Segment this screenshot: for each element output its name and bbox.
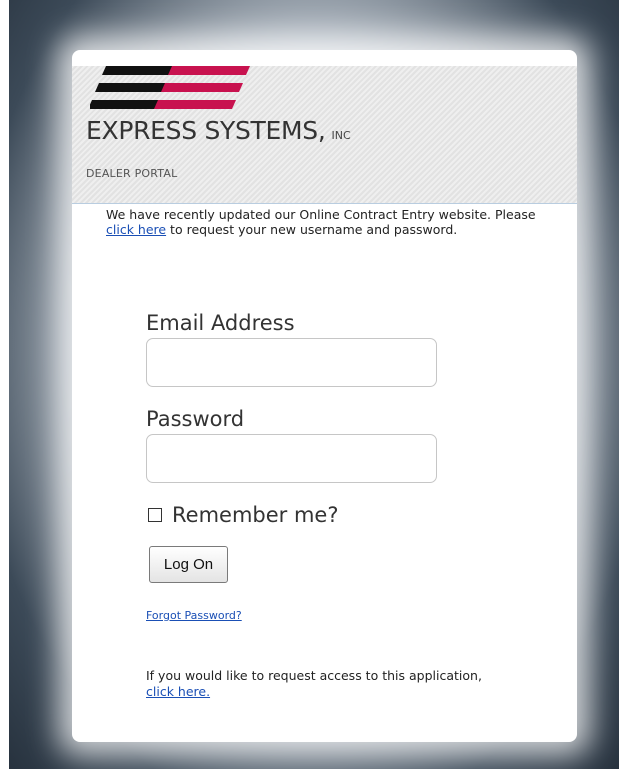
notice-text-after: to request your new username and passwor… (166, 222, 458, 237)
password-label: Password (146, 407, 245, 431)
remember-me-label: Remember me? (172, 503, 339, 527)
forgot-password-link[interactable]: Forgot Password? (146, 609, 242, 622)
remember-me-row[interactable]: Remember me? (148, 503, 338, 527)
update-notice: We have recently updated our Online Cont… (106, 207, 546, 237)
company-suffix: INC (331, 129, 351, 142)
company-name-text: EXPRESS SYSTEMS, (86, 116, 326, 145)
notice-text-before: We have recently updated our Online Cont… (106, 207, 536, 222)
email-label: Email Address (146, 311, 295, 335)
email-field[interactable] (146, 338, 437, 387)
company-name: EXPRESS SYSTEMS, INC (86, 116, 351, 145)
log-on-button[interactable]: Log On (149, 546, 228, 583)
portal-label: DEALER PORTAL (86, 167, 178, 180)
notice-click-here-link[interactable]: click here (106, 222, 166, 237)
express-systems-logo (90, 66, 250, 109)
login-panel: EXPRESS SYSTEMS, INC DEALER PORTAL We hav… (72, 50, 577, 742)
password-field[interactable] (146, 434, 437, 483)
request-text-before: If you would like to request access to t… (146, 668, 482, 683)
access-request-text: If you would like to request access to t… (146, 668, 486, 700)
header-banner: EXPRESS SYSTEMS, INC DEALER PORTAL (72, 66, 577, 204)
remember-me-checkbox[interactable] (148, 508, 162, 522)
request-access-link[interactable]: click here. (146, 684, 210, 699)
